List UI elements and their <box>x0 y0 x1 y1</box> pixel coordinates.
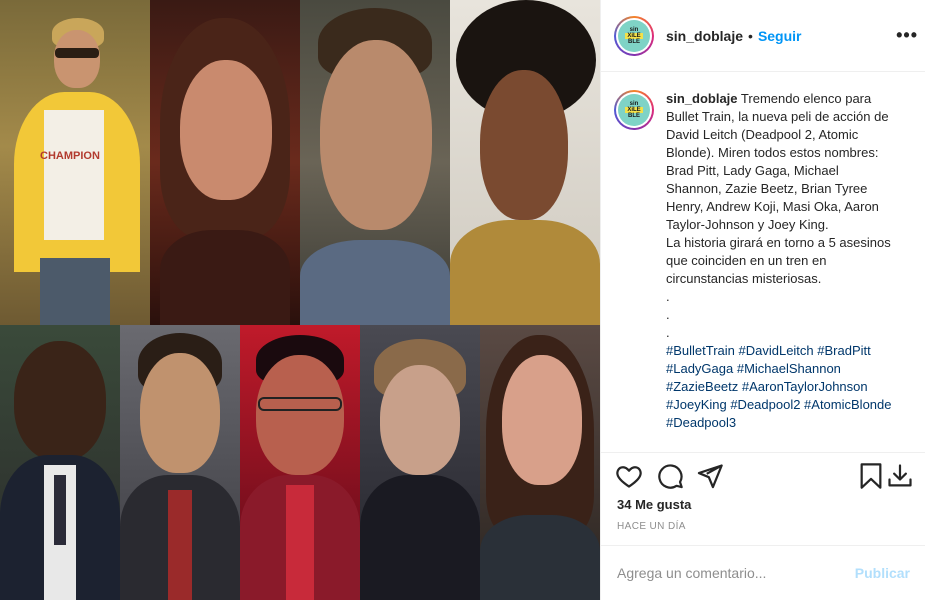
action-bar <box>601 452 925 498</box>
collage-tile-6 <box>120 325 240 600</box>
header-username[interactable]: sin_doblaje <box>666 28 743 44</box>
hashtag-line[interactable]: #Deadpool3 <box>666 414 910 432</box>
follow-button[interactable]: Seguir <box>758 28 802 44</box>
caption-username[interactable]: sin_doblaje <box>666 91 738 106</box>
caption-text: sin_doblaje Tremendo elenco para Bullet … <box>666 90 910 452</box>
post-side-panel: sin XiLE BLE sin_doblaje • Seguir ••• si… <box>600 0 925 600</box>
collage-tile-4 <box>450 0 600 325</box>
caption-line: Henry, Andrew Koji, Masi Oka, Aaron <box>666 199 879 214</box>
bookmark-icon[interactable] <box>857 462 885 490</box>
hashtag-line[interactable]: #ZazieBeetz #AaronTaylorJohnson <box>666 378 910 396</box>
caption-line: . <box>666 307 670 322</box>
caption-line: . <box>666 289 670 304</box>
sunglasses-icon <box>55 48 99 58</box>
heart-icon[interactable] <box>615 462 643 490</box>
hashtag-line[interactable]: #JoeyKing #Deadpool2 #AtomicBlonde <box>666 396 910 414</box>
account-logo-icon: sin XiLE BLE <box>618 19 650 52</box>
comment-bar: Publicar <box>601 545 925 600</box>
publish-button[interactable]: Publicar <box>855 565 910 581</box>
collage-tile-1: CHAMPION <box>0 0 150 325</box>
shirt-text: CHAMPION <box>40 150 100 162</box>
avatar[interactable]: sin XiLE BLE <box>614 15 654 56</box>
post-header: sin XiLE BLE sin_doblaje • Seguir ••• <box>601 0 925 72</box>
caption-line: que coinciden en un tren en <box>666 253 827 268</box>
collage-tile-2 <box>150 0 300 325</box>
caption-line: Shannon, Zazie Beetz, Brian Tyree <box>666 181 868 196</box>
comment-input[interactable] <box>617 565 855 581</box>
post-image[interactable]: CHAMPION <box>0 0 600 600</box>
collage-tile-5 <box>0 325 120 600</box>
like-count[interactable]: 34 Me gusta <box>617 497 691 512</box>
account-logo-icon: sin XiLE BLE <box>618 94 650 126</box>
collage-tile-3 <box>300 0 450 325</box>
separator-dot: • <box>748 27 753 44</box>
collage-tile-7 <box>240 325 360 600</box>
comment-icon[interactable] <box>656 462 684 490</box>
caption-line: Brad Pitt, Lady Gaga, Michael <box>666 163 839 178</box>
caption-avatar[interactable]: sin XiLE BLE <box>614 90 654 130</box>
caption-line: . <box>666 325 670 340</box>
caption-first-line: sin_doblaje Tremendo elenco para <box>666 91 872 106</box>
timestamp[interactable]: HACE UN DÍA <box>617 521 686 532</box>
share-icon[interactable] <box>696 462 724 490</box>
caption-line: Taylor-Johnson y Joey King. <box>666 217 829 232</box>
glasses-icon <box>258 397 342 411</box>
caption-line: Blonde). Miren todos estos nombres: <box>666 145 879 160</box>
hashtag-line[interactable]: #LadyGaga #MichaelShannon <box>666 360 910 378</box>
caption-line: David Leitch (Deadpool 2, Atomic <box>666 127 859 142</box>
hashtag-line[interactable]: #BulletTrain #DavidLeitch #BradPitt <box>666 342 910 360</box>
caption-line: Bullet Train, la nueva peli de acción de <box>666 109 889 124</box>
caption-line: La historia girará en torno a 5 asesinos <box>666 235 891 250</box>
download-icon[interactable] <box>886 462 914 490</box>
more-options-icon[interactable]: ••• <box>896 26 918 44</box>
collage-tile-9 <box>480 325 600 600</box>
caption-line: circunstancias misteriosas. <box>666 271 822 286</box>
caption: sin XiLE BLE sin_doblaje Tremendo elenco… <box>601 72 925 452</box>
collage-tile-8 <box>360 325 480 600</box>
